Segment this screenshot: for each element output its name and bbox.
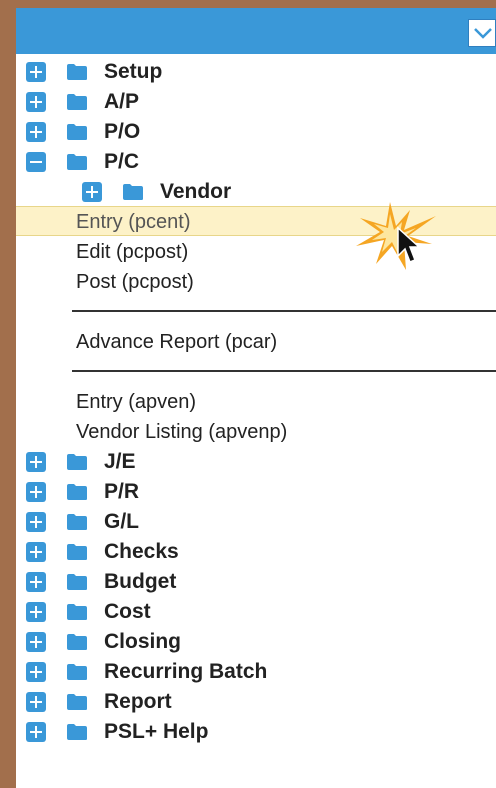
folder-icon	[67, 514, 87, 530]
menu-item-label: Vendor Listing (apvenp)	[76, 421, 288, 443]
expand-icon[interactable]	[26, 92, 46, 112]
tree-node-label: Recurring Batch	[104, 660, 268, 683]
menu-item-label: Edit (pcpost)	[76, 241, 189, 263]
menu-item-label: Post (pcpost)	[76, 271, 194, 293]
tree-node-pc[interactable]: P/C	[26, 147, 326, 177]
tree-node-label: G/L	[104, 510, 139, 533]
mouse-pointer-icon	[397, 226, 420, 263]
expand-icon[interactable]	[26, 722, 46, 742]
tree-node-label: Closing	[104, 630, 181, 653]
menu-divider	[72, 310, 496, 312]
menu-divider	[72, 370, 496, 372]
folder-icon	[67, 154, 87, 170]
expand-icon[interactable]	[26, 452, 46, 472]
expand-icon[interactable]	[26, 632, 46, 652]
folder-icon	[67, 544, 87, 560]
window-frame-left	[0, 0, 16, 788]
menu-item-label: Advance Report (pcar)	[76, 331, 278, 353]
menu-item-apvenp[interactable]: Vendor Listing (apvenp)	[76, 417, 376, 447]
tree-node-pr[interactable]: P/R	[26, 477, 326, 507]
tree-node-ap[interactable]: A/P	[26, 87, 326, 117]
dropdown-button[interactable]	[468, 19, 496, 47]
tree-node-je[interactable]: J/E	[26, 447, 326, 477]
tree-node-label: PSL+ Help	[104, 720, 209, 743]
folder-icon	[67, 604, 87, 620]
menu-item-label: Entry (apven)	[76, 391, 197, 413]
expand-icon[interactable]	[82, 182, 102, 202]
menu-item-apven[interactable]: Entry (apven)	[76, 387, 376, 417]
tree-node-checks[interactable]: Checks	[26, 537, 326, 567]
menu-item-pcar[interactable]: Advance Report (pcar)	[76, 327, 376, 357]
expand-icon[interactable]	[26, 662, 46, 682]
expand-icon[interactable]	[26, 692, 46, 712]
expand-icon[interactable]	[26, 482, 46, 502]
tree-node-label: Setup	[104, 60, 163, 83]
tree-node-recurring-batch[interactable]: Recurring Batch	[26, 657, 326, 687]
tree-node-label: Vendor	[160, 180, 232, 203]
menu-item-label: Entry (pcent)	[76, 211, 191, 233]
folder-icon	[67, 484, 87, 500]
expand-icon[interactable]	[26, 572, 46, 592]
tree-node-vendor[interactable]: Vendor	[82, 177, 382, 207]
panel-header	[16, 8, 496, 54]
tree-node-psl-help[interactable]: PSL+ Help	[26, 717, 326, 747]
folder-icon	[67, 94, 87, 110]
tree-node-label: Report	[104, 690, 172, 713]
folder-icon	[67, 694, 87, 710]
expand-icon[interactable]	[26, 512, 46, 532]
folder-icon	[67, 664, 87, 680]
tree-node-gl[interactable]: G/L	[26, 507, 326, 537]
menu-item-pcent[interactable]: Entry (pcent)	[76, 207, 356, 237]
app-window: Setup A/P P/O P/C Vendor Entry (pcent) E…	[0, 0, 496, 788]
tree-node-setup[interactable]: Setup	[26, 57, 326, 87]
expand-icon[interactable]	[26, 542, 46, 562]
tree-node-label: P/C	[104, 150, 140, 173]
tree-node-report[interactable]: Report	[26, 687, 326, 717]
expand-icon[interactable]	[26, 602, 46, 622]
expand-icon[interactable]	[26, 122, 46, 142]
tree-node-budget[interactable]: Budget	[26, 567, 326, 597]
tree-node-label: P/R	[104, 480, 140, 503]
tree-node-label: A/P	[104, 90, 140, 113]
folder-icon	[67, 574, 87, 590]
collapse-icon[interactable]	[26, 152, 46, 172]
tree-node-closing[interactable]: Closing	[26, 627, 326, 657]
folder-icon	[67, 724, 87, 740]
tree-node-label: Budget	[104, 570, 177, 593]
tree-node-po[interactable]: P/O	[26, 117, 326, 147]
folder-icon	[67, 124, 87, 140]
tree-node-label: Checks	[104, 540, 179, 563]
window-frame-top	[0, 0, 496, 8]
folder-icon	[67, 634, 87, 650]
folder-icon	[67, 454, 87, 470]
tree-node-label: Cost	[104, 600, 151, 623]
menu-item-post-pcpost[interactable]: Post (pcpost)	[76, 267, 356, 297]
folder-icon	[123, 184, 143, 200]
tree-node-label: P/O	[104, 120, 141, 143]
menu-item-edit-pcpost[interactable]: Edit (pcpost)	[76, 237, 356, 267]
folder-icon	[67, 64, 87, 80]
expand-icon[interactable]	[26, 62, 46, 82]
tree-node-label: J/E	[104, 450, 136, 473]
tree-node-cost[interactable]: Cost	[26, 597, 326, 627]
chevron-down-icon	[474, 28, 492, 39]
